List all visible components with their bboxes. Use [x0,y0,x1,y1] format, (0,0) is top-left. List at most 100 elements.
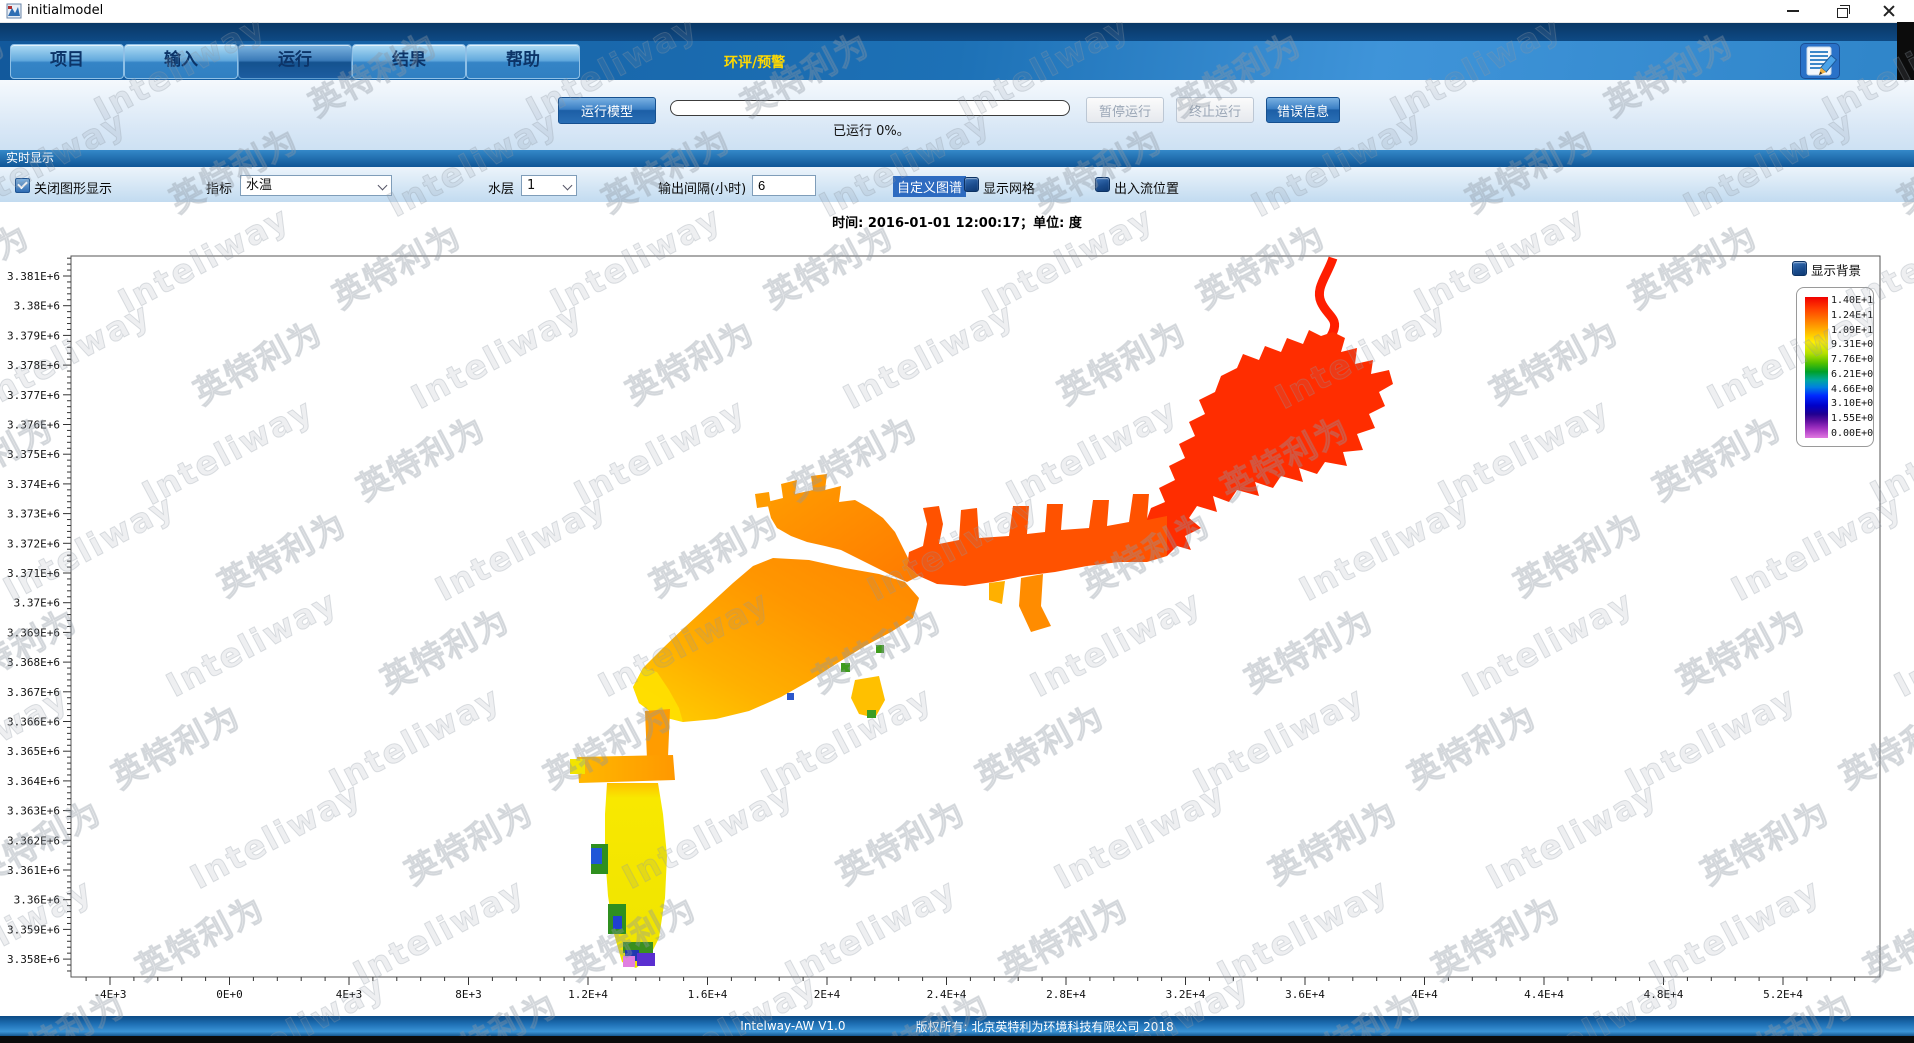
plot-frame [71,256,1880,977]
svg-text:3.363E+6: 3.363E+6 [7,805,60,818]
realtime-display-header: 实时显示 [0,150,1914,167]
show-grid-checkbox[interactable] [964,177,979,192]
svg-text:1.2E+4: 1.2E+4 [568,988,608,1001]
colorbar-gradient [1805,297,1828,438]
connector-vertical [645,709,670,759]
menu-band-top [0,23,1914,41]
window-title: initialmodel [27,3,103,18]
svg-text:4.4E+4: 4.4E+4 [1524,988,1564,1001]
svg-text:3.377E+6: 3.377E+6 [7,389,60,402]
channel-branch [1019,574,1051,632]
restore-icon [1837,8,1848,18]
svg-text:3.372E+6: 3.372E+6 [7,537,60,550]
window-bottom-edge [0,1036,1914,1043]
minimize-button[interactable] [1778,0,1808,22]
svg-text:3.379E+6: 3.379E+6 [7,329,60,342]
svg-text:3.367E+6: 3.367E+6 [7,686,60,699]
svg-text:3.361E+6: 3.361E+6 [7,864,60,877]
svg-text:3.366E+6: 3.366E+6 [7,716,60,729]
layer-select[interactable]: 1 [521,175,577,196]
tab-help[interactable]: 帮助 [466,44,580,79]
minimize-icon [1787,10,1799,12]
restore-button[interactable] [1826,0,1856,22]
run-status-text: 已运行 0%。 [833,120,910,139]
titlebar: initialmodel [0,0,1914,23]
app-window: initialmodel 项目 输入 运行 结果 帮助 环评/预警 运行模型 已… [0,0,1914,1043]
svg-text:3.368E+6: 3.368E+6 [7,656,60,669]
layer-value: 1 [527,178,535,193]
indicator-value: 水温 [246,178,272,193]
svg-text:2E+4: 2E+4 [814,988,841,1001]
svg-text:3.359E+6: 3.359E+6 [7,923,60,936]
pause-run-button[interactable]: 暂停运行 [1086,97,1164,123]
svg-text:3.381E+6: 3.381E+6 [7,270,60,283]
tab-run[interactable]: 运行 [238,44,352,79]
svg-text:3.37E+6: 3.37E+6 [14,597,60,610]
tab-results[interactable]: 结果 [352,44,466,79]
tab-input[interactable]: 输入 [124,44,238,79]
chevron-down-icon [563,181,573,191]
svg-text:-4E+3: -4E+3 [93,988,126,1001]
connector-horizontal [577,755,675,783]
svg-text:3.362E+6: 3.362E+6 [7,834,60,847]
layer-label: 水层 [488,178,514,197]
water-temperature-map [570,258,1393,968]
tab-env-warning[interactable]: 环评/预警 [724,52,785,72]
svg-text:3.365E+6: 3.365E+6 [7,745,60,758]
inout-flow-checkbox[interactable] [1095,177,1110,192]
svg-text:4.8E+4: 4.8E+4 [1644,988,1684,1001]
run-model-button[interactable]: 运行模型 [558,97,656,124]
svg-text:3.371E+6: 3.371E+6 [7,567,60,580]
svg-text:8E+3: 8E+3 [455,988,482,1001]
output-interval-input[interactable] [752,175,816,196]
svg-text:4E+3: 4E+3 [336,988,363,1001]
error-info-button[interactable]: 错误信息 [1266,97,1340,123]
chevron-down-icon [378,181,388,191]
svg-text:3.358E+6: 3.358E+6 [7,953,60,966]
svg-text:3.376E+6: 3.376E+6 [7,419,60,432]
svg-text:3.369E+6: 3.369E+6 [7,626,60,639]
arm-fragment [755,492,771,508]
svg-text:2.8E+4: 2.8E+4 [1046,988,1086,1001]
indicator-label: 指标 [206,178,232,197]
svg-text:2.4E+4: 2.4E+4 [927,988,967,1001]
svg-text:3.375E+6: 3.375E+6 [7,448,60,461]
svg-text:3.2E+4: 3.2E+4 [1166,988,1206,1001]
svg-text:3.6E+4: 3.6E+4 [1285,988,1325,1001]
svg-text:3.373E+6: 3.373E+6 [7,508,60,521]
middle-channel [907,494,1167,586]
show-background-checkbox[interactable] [1792,261,1807,276]
check-icon [17,179,28,190]
app-icon [6,3,22,19]
svg-text:3.378E+6: 3.378E+6 [7,359,60,372]
stop-run-button[interactable]: 终止运行 [1176,97,1254,123]
app-version: Intelway-AW V1.0 [740,1019,845,1033]
run-progress-bar [670,100,1070,116]
svg-text:4E+4: 4E+4 [1411,988,1438,1001]
colorbar-labels: 1.40E+11.24E+11.09E+19.31E+07.76E+06.21E… [1831,296,1873,439]
close-graph-label: 关闭图形显示 [34,178,112,197]
indicator-select[interactable]: 水温 [240,175,392,196]
output-interval-label: 输出间隔(小时) [658,178,746,197]
south-strip [605,783,667,968]
custom-colormap-link[interactable]: 自定义图谱 [893,176,966,197]
show-background-label: 显示背景 [1811,260,1861,279]
svg-text:3.374E+6: 3.374E+6 [7,478,60,491]
svg-text:0E+0: 0E+0 [216,988,243,1001]
show-grid-label: 显示网格 [983,178,1035,197]
svg-text:3.36E+6: 3.36E+6 [14,894,60,907]
colorbar-legend: 1.40E+11.24E+11.09E+19.31E+07.76E+06.21E… [1796,287,1874,447]
inout-flow-label: 出入流位置 [1114,178,1179,197]
tab-project[interactable]: 项目 [10,44,124,79]
notepad-icon[interactable] [1799,42,1841,80]
status-bar: Intelway-AW V1.0 版权所有: 北京英特利为环境科技有限公司 20… [0,1016,1914,1036]
plot-area: -4E+3 0E+0 4E+3 8E+3 1.2E+4 1.6E+4 2E+4 2.4E+4 2… [0,202,1914,1016]
svg-text:1.6E+4: 1.6E+4 [688,988,728,1001]
northeast-red-region [1145,330,1393,556]
close-graph-checkbox[interactable] [15,178,30,193]
svg-text:3.38E+6: 3.38E+6 [14,300,60,313]
channel-branch-small [989,581,1005,604]
close-button[interactable] [1874,0,1904,22]
svg-text:3.364E+6: 3.364E+6 [7,775,60,788]
copyright: 版权所有: 北京英特利为环境科技有限公司 2018 [916,1018,1174,1035]
